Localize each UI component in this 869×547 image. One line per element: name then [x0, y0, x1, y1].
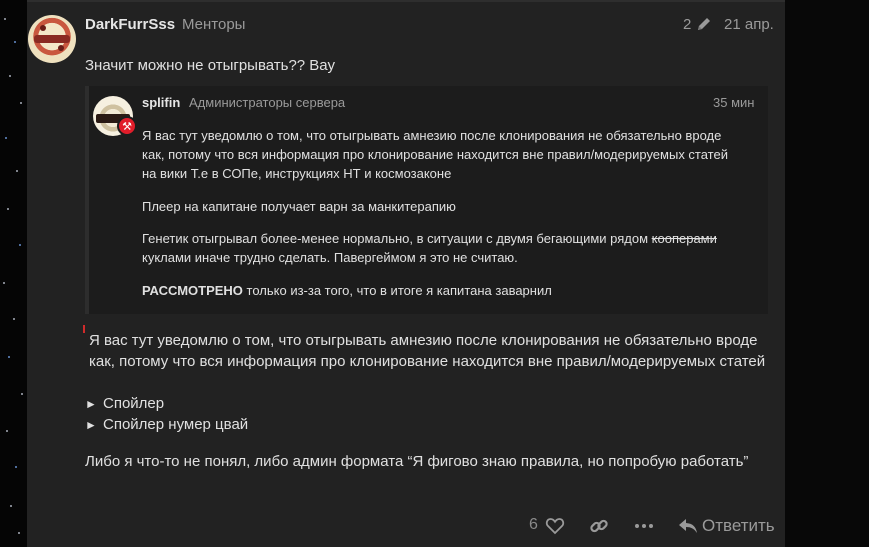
ellipsis-icon[interactable]	[634, 515, 654, 537]
quote-para1-line1: Я вас тут уведомлю о том, что отыгрывать…	[142, 128, 722, 143]
quote-para1-line3: на вики Т.е в СОПе, инструкциях НТ и кос…	[142, 166, 452, 181]
status-reviewed: РАССМОТРЕНО	[142, 283, 243, 298]
reply-button[interactable]: Ответить	[678, 515, 775, 537]
selection-quote-line2: как, потому что вся информация про клони…	[89, 353, 766, 370]
quote-para4-text: только из-за того, что в итоге я капитан…	[242, 283, 552, 298]
background-starfield	[0, 0, 27, 547]
selection-quote-line1: Я вас тут уведомлю о том, что отыгрывать…	[89, 332, 758, 349]
post-username[interactable]: DarkFurrSss	[85, 16, 175, 33]
quote-usergroup[interactable]: Администраторы сервера	[189, 95, 345, 110]
quote-block: ⚒ splifin Администраторы сервера 35 мин …	[85, 86, 768, 314]
spoiler-label: Спойлер нумер цвай	[103, 416, 249, 433]
avatar[interactable]	[28, 15, 76, 63]
quote-time[interactable]: 35 мин	[713, 95, 754, 110]
quote-para3-line2: куклами иначе трудно сделать. Павергеймо…	[142, 250, 518, 265]
heart-icon[interactable]	[545, 515, 565, 537]
spoiler-label: Спойлер	[103, 395, 165, 412]
link-icon[interactable]	[589, 515, 609, 537]
quote-username[interactable]: splifin	[142, 95, 180, 110]
edit-count[interactable]: 2	[683, 16, 691, 33]
like-count[interactable]: 6	[529, 516, 538, 534]
strikethrough-text: кооперами	[651, 231, 717, 246]
quote-para2: Плеер на капитане получает варн за манки…	[142, 199, 456, 214]
quote-para3-text: Генетик отыгрывал более-менее нормально,…	[142, 231, 652, 246]
post-date[interactable]: 21 апр.	[724, 16, 774, 33]
quote-para4: РАССМОТРЕНО только из-за того, что в ито…	[142, 281, 552, 300]
divider	[27, 0, 785, 2]
quote-para3-line1: Генетик отыгрывал более-менее нормально,…	[142, 229, 717, 248]
post-usergroup[interactable]: Менторы	[182, 16, 245, 33]
spoiler-toggle-1[interactable]: ► Спойлер	[85, 395, 164, 412]
page-margin	[785, 0, 869, 547]
triangle-right-icon: ►	[85, 418, 97, 432]
pencil-icon[interactable]	[696, 16, 712, 32]
reply-label: Ответить	[702, 516, 775, 535]
spoiler-toggle-2[interactable]: ► Спойлер нумер цвай	[85, 416, 248, 433]
selection-marker	[83, 325, 85, 333]
reply-arrow-icon	[679, 519, 697, 533]
triangle-right-icon: ►	[85, 397, 97, 411]
post-closing-text: Либо я что-то не понял, либо админ форма…	[85, 453, 749, 470]
quote-para1-line2: как, потому что вся информация про клони…	[142, 147, 728, 162]
gavel-icon: ⚒	[117, 116, 137, 136]
post-first-line: Значит можно не отыгрывать?? Вау	[85, 57, 335, 74]
